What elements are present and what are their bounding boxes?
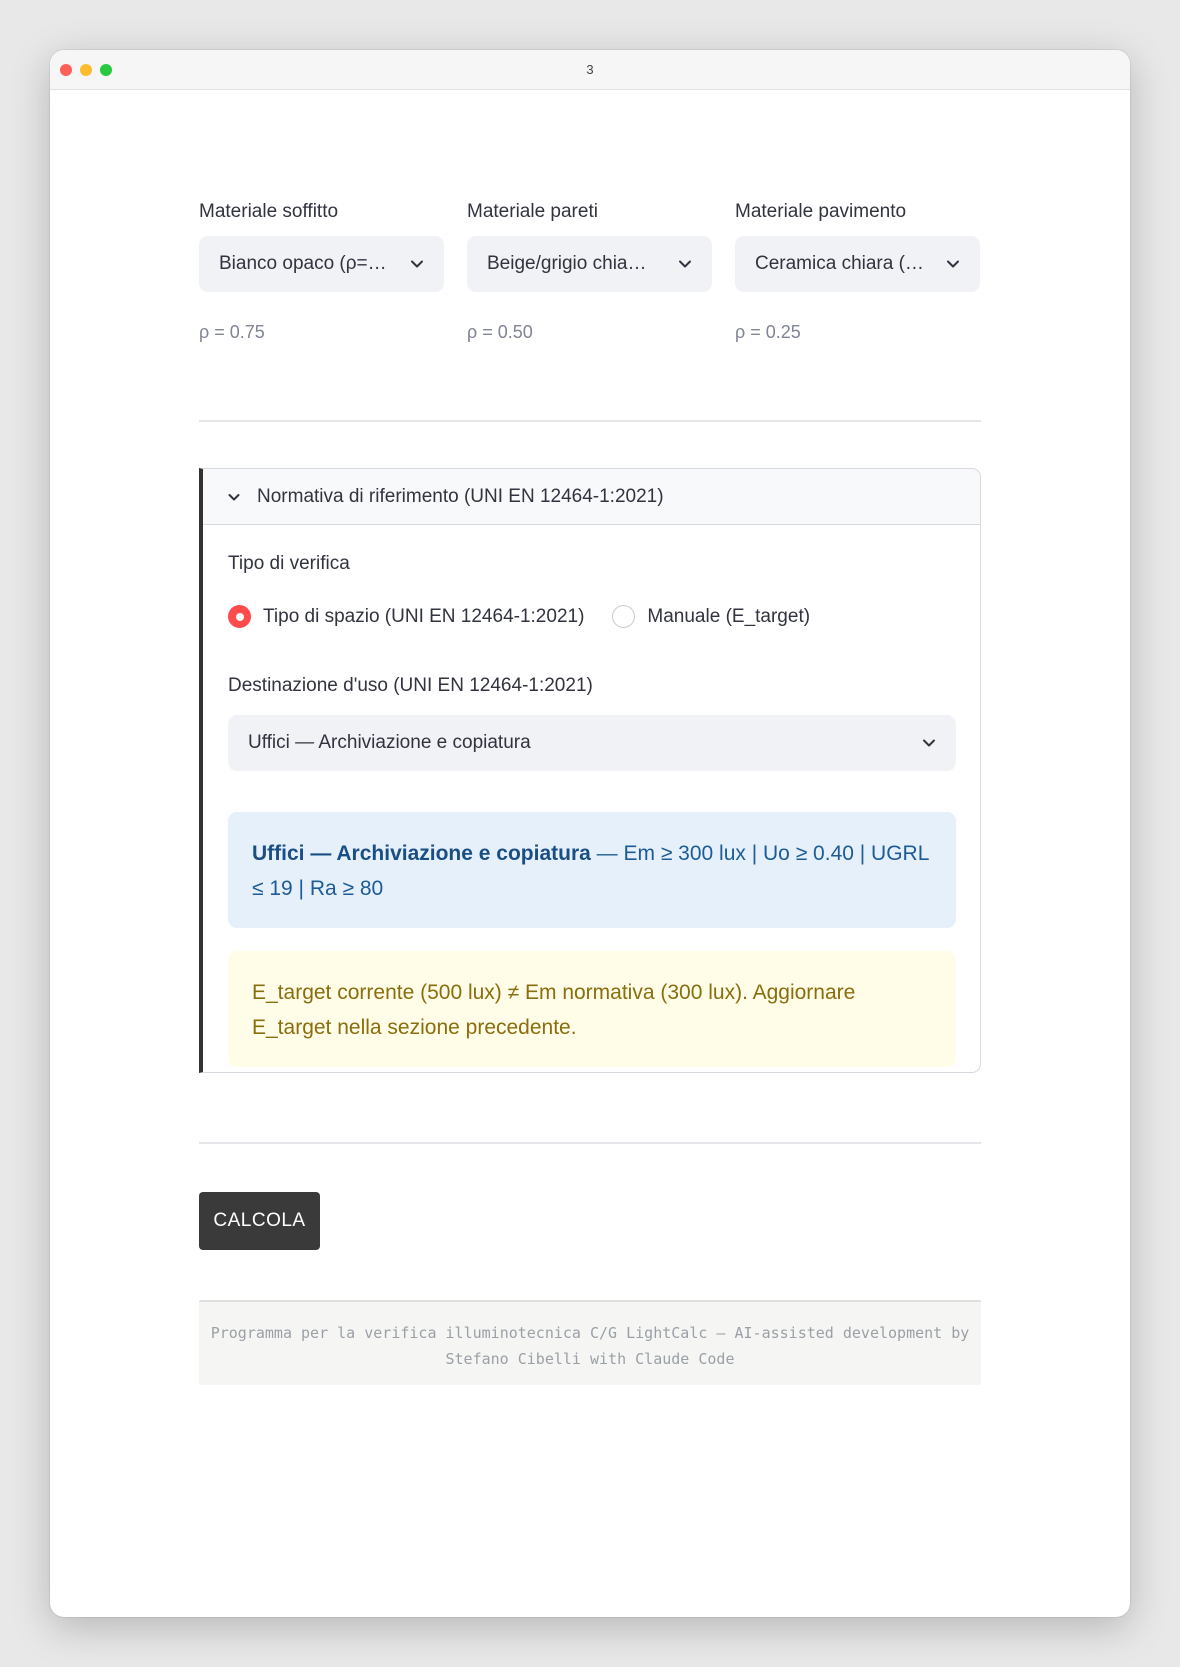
- walls-material-label: Materiale pareti: [467, 201, 598, 222]
- walls-material-value: Beige/grigio chia…: [487, 253, 647, 274]
- divider: [199, 1142, 981, 1144]
- footer-line-1: Programma per la verifica illuminotecnic…: [210, 1324, 970, 1342]
- window-title: 3: [586, 62, 594, 77]
- expander-header[interactable]: Normativa di riferimento (UNI EN 12464-1…: [203, 469, 980, 525]
- footer: Programma per la verifica illuminotecnic…: [199, 1300, 981, 1385]
- ceiling-material-select[interactable]: Bianco opaco (ρ=…: [199, 236, 444, 292]
- footer-line-2: Stefano Cibelli with Claude Code: [445, 1350, 735, 1368]
- floor-rho-value: ρ = 0.25: [735, 322, 801, 342]
- ceiling-material-label: Materiale soffitto: [199, 201, 339, 222]
- walls-material-column: Materiale pareti Beige/grigio chia… ρ = …: [467, 200, 712, 343]
- walls-material-select[interactable]: Beige/grigio chia…: [467, 236, 712, 292]
- radio-manual-label: Manuale (E_target): [647, 605, 811, 627]
- verification-type-label: Tipo di verifica: [228, 553, 350, 574]
- ceiling-rho-value: ρ = 0.75: [199, 322, 265, 342]
- verification-type-radio-group: Tipo di spazio (UNI EN 12464-1:2021) Man…: [228, 605, 838, 628]
- divider: [199, 420, 981, 422]
- chevron-down-icon: [679, 260, 691, 268]
- target-warning-box: E_target corrente (500 lux) ≠ Em normati…: [228, 951, 956, 1067]
- standard-info-box: Uffici — Archiviazione e copiatura — Em …: [228, 812, 956, 928]
- expander-title: Normativa di riferimento (UNI EN 12464-1…: [257, 485, 664, 507]
- calculate-button[interactable]: CALCOLA: [199, 1192, 320, 1250]
- floor-material-value: Ceramica chiara (…: [755, 253, 924, 274]
- floor-material-select[interactable]: Ceramica chiara (…: [735, 236, 980, 292]
- destination-value: Uffici — Archiviazione e copiatura: [248, 732, 531, 753]
- ceiling-material-value: Bianco opaco (ρ=…: [219, 253, 387, 274]
- radio-space-type[interactable]: Tipo di spazio (UNI EN 12464-1:2021): [228, 605, 584, 628]
- chevron-down-icon: [947, 260, 959, 268]
- floor-material-label: Materiale pavimento: [735, 201, 907, 222]
- destination-select[interactable]: Uffici — Archiviazione e copiatura: [228, 715, 956, 771]
- info-title: Uffici — Archiviazione e copiatura: [252, 842, 591, 865]
- chevron-down-icon: [411, 260, 423, 268]
- materials-row: Materiale soffitto Bianco opaco (ρ=… ρ =…: [199, 200, 981, 343]
- destination-label: Destinazione d'uso (UNI EN 12464-1:2021): [228, 675, 593, 696]
- radio-manual[interactable]: Manuale (E_target): [612, 605, 810, 628]
- standards-expander: Normativa di riferimento (UNI EN 12464-1…: [199, 468, 981, 1073]
- app-window: 3 Materiale soffitto Bianco opaco (ρ=… ρ…: [50, 50, 1130, 1617]
- title-bar: 3: [50, 50, 1130, 90]
- floor-material-column: Materiale pavimento Ceramica chiara (… ρ…: [735, 200, 980, 343]
- radio-space-type-label: Tipo di spazio (UNI EN 12464-1:2021): [263, 605, 585, 627]
- radio-unchecked-icon[interactable]: [612, 605, 636, 628]
- ceiling-material-column: Materiale soffitto Bianco opaco (ρ=… ρ =…: [199, 200, 444, 343]
- radio-checked-icon[interactable]: [228, 605, 251, 628]
- chevron-down-icon: [923, 739, 935, 747]
- walls-rho-value: ρ = 0.50: [467, 322, 533, 342]
- chevron-down-icon: [228, 493, 240, 500]
